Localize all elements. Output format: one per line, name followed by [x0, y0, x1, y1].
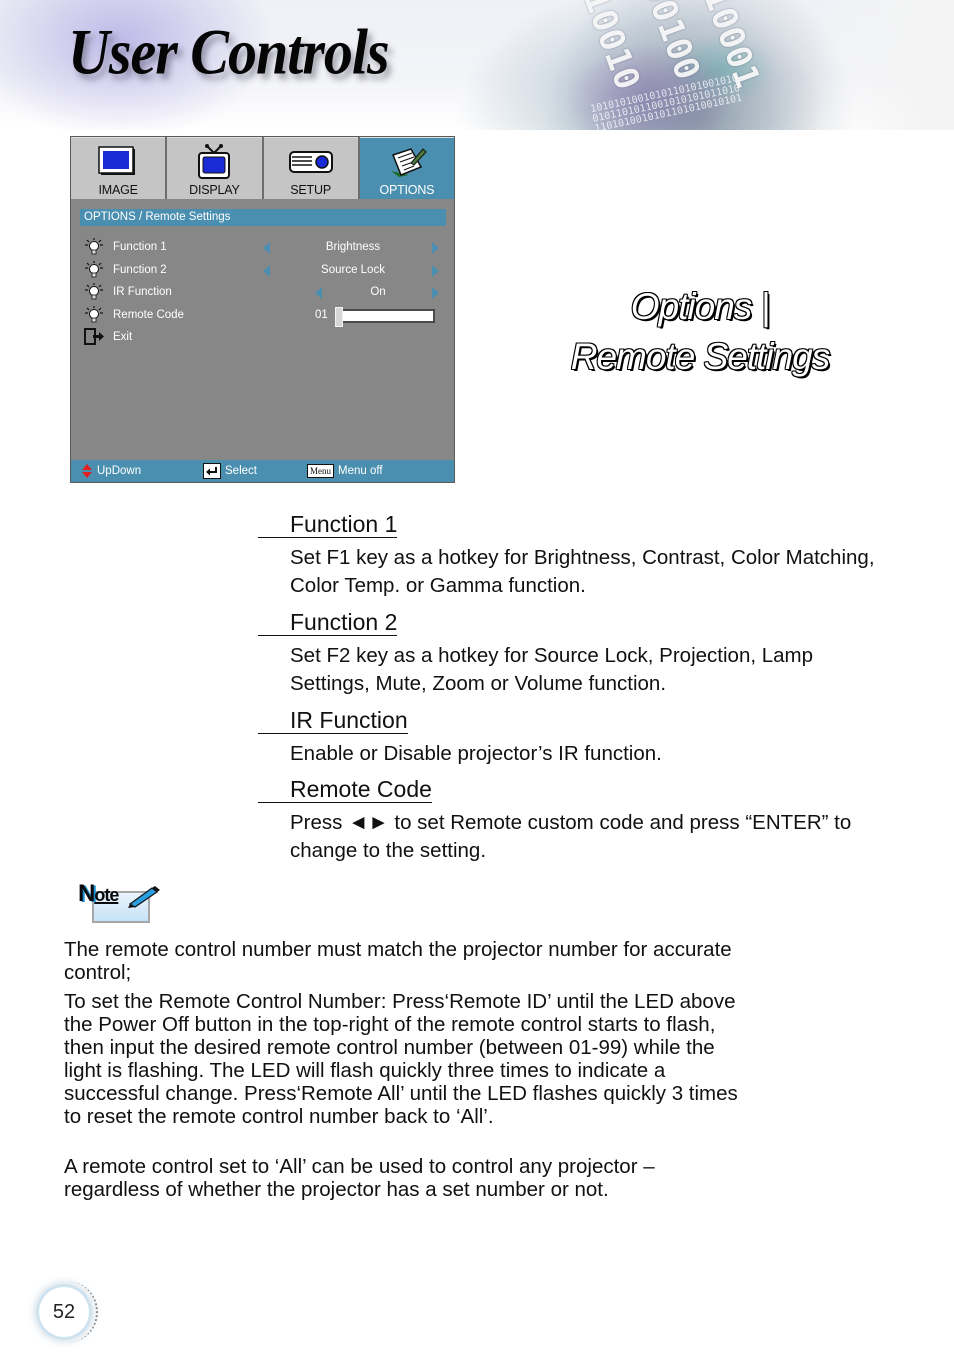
tab-setup[interactable]: SETUP [263, 137, 358, 199]
slider-thumb[interactable] [335, 307, 343, 327]
description-function-2: Function 2 Set F2 key as a hotkey for So… [258, 609, 898, 698]
banner-fade [814, 0, 954, 130]
menu-key-icon: Menu [307, 464, 334, 478]
tab-image[interactable]: IMAGE [71, 137, 166, 199]
enter-key-icon [203, 463, 221, 479]
arrow-right-icon[interactable] [432, 265, 439, 277]
footer-select-label: Select [225, 465, 257, 477]
section-heading-line-1: Options | [630, 286, 770, 327]
page-number: 52 [52, 1301, 76, 1323]
osd-row-function-2[interactable]: Function 2 Source Lock [83, 260, 443, 280]
tab-label: IMAGE [98, 183, 138, 197]
tab-options[interactable]: OPTIONS [359, 137, 454, 199]
exit-icon [83, 328, 105, 346]
footer-menu-off: Menu Menu off [307, 460, 383, 482]
setup-projector-icon [288, 144, 334, 180]
osd-row-exit[interactable]: Exit [83, 327, 443, 347]
pen-icon [128, 886, 160, 908]
osd-row-ir-function[interactable]: IR Function On [83, 282, 443, 302]
lightbulb-icon [83, 238, 105, 256]
updown-arrows-icon [82, 464, 92, 478]
display-tv-icon [194, 144, 234, 180]
osd-tab-bar: IMAGE DISPLAY SETUP OPTIONS [71, 137, 454, 199]
note-label-rest: ote [94, 885, 119, 905]
section-heading: Options | Remote Settings [520, 282, 880, 382]
tab-display[interactable]: DISPLAY [167, 137, 262, 199]
osd-row-label: Exit [113, 331, 133, 343]
description-ir-function: IR Function Enable or Disable projector’… [258, 707, 898, 768]
description-body: Set F2 key as a hotkey for Source Lock, … [290, 644, 814, 695]
arrow-left-icon[interactable] [263, 242, 270, 254]
osd-row-remote-code[interactable]: Remote Code 01 [83, 305, 443, 327]
osd-footer: UpDown Select Menu Menu off [71, 460, 454, 482]
note-paragraph-1: The remote control number must match the… [64, 938, 744, 984]
osd-row-label: Remote Code [113, 309, 184, 321]
tab-label: OPTIONS [379, 183, 435, 197]
note-text: A remote control set to ‘All’ can be use… [64, 1155, 655, 1201]
description-title: Function 2 [258, 609, 398, 636]
note-paragraph-2: To set the Remote Control Number: Press‘… [64, 990, 744, 1128]
page-title: User Controls [68, 15, 390, 88]
note-text: To set the Remote Control Number: Press‘… [64, 990, 738, 1128]
note-text: The remote control number must match the… [64, 938, 732, 984]
description-title: IR Function [258, 707, 408, 734]
arrow-left-icon[interactable] [263, 265, 270, 277]
footer-updown: UpDown [81, 460, 141, 482]
osd-row-value: On [370, 286, 386, 298]
description-title: Function 1 [258, 511, 398, 538]
footer-select: Select [203, 460, 257, 482]
tab-label: SETUP [290, 183, 331, 197]
header-banner: 10010 00100 10001 1010101001010110101001… [0, 0, 954, 130]
tab-label: DISPLAY [189, 183, 240, 197]
note-icon: Note [78, 880, 119, 908]
description-function-1: Function 1 Set F1 key as a hotkey for Br… [258, 511, 898, 600]
osd-row-label: Function 2 [113, 264, 167, 276]
section-heading-line-2: Remote Settings [570, 336, 831, 377]
description-body: Set F1 key as a hotkey for Brightness, C… [290, 546, 875, 597]
page-number-badge: 52 [34, 1281, 102, 1345]
osd-menu-screenshot: IMAGE DISPLAY SETUP OPTIONS OPTIONS / Re… [70, 136, 455, 483]
lightbulb-icon [83, 306, 105, 324]
options-notepad-icon [387, 144, 427, 180]
description-body: Press ◄► to set Remote custom code and p… [290, 811, 852, 862]
osd-row-label: IR Function [113, 286, 172, 298]
osd-row-value: Brightness [325, 241, 381, 253]
lightbulb-icon [83, 283, 105, 301]
image-icon [98, 144, 138, 180]
osd-breadcrumb: OPTIONS / Remote Settings [80, 209, 446, 226]
footer-menu-off-label: Menu off [338, 465, 383, 477]
lightbulb-icon [83, 261, 105, 279]
description-title: Remote Code [258, 776, 432, 803]
arrow-right-icon[interactable] [432, 287, 439, 299]
description-remote-code: Remote Code Press ◄► to set Remote custo… [258, 776, 898, 865]
remote-code-slider[interactable] [335, 307, 435, 327]
remote-code-value: 01 [315, 309, 328, 321]
arrow-right-icon[interactable] [432, 242, 439, 254]
arrow-left-icon[interactable] [315, 287, 322, 299]
footer-updown-label: UpDown [97, 465, 142, 477]
osd-row-value: Source Lock [321, 264, 385, 276]
osd-row-label: Function 1 [113, 241, 167, 253]
osd-row-function-1[interactable]: Function 1 Brightness [83, 237, 443, 257]
note-paragraph-3: A remote control set to ‘All’ can be use… [64, 1155, 744, 1201]
note-label-initial: N [78, 880, 95, 907]
description-body: Enable or Disable projector’s IR functio… [290, 742, 662, 765]
